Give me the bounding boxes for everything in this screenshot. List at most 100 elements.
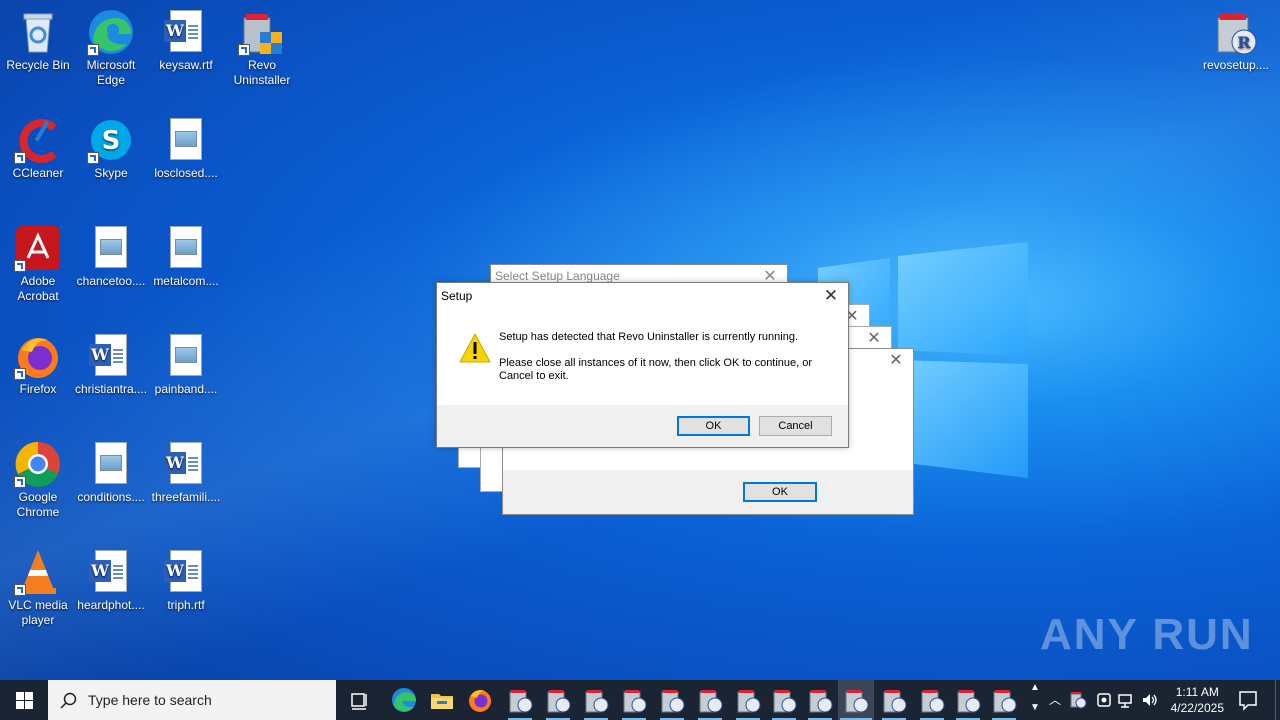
- recycle-bin-icon: [14, 8, 62, 56]
- search-icon: [60, 692, 77, 709]
- desktop-icon-triph[interactable]: W triph.rtf: [148, 542, 224, 613]
- desktop-icon-conditions[interactable]: conditions....: [73, 434, 149, 505]
- back-ok-button[interactable]: OK: [743, 482, 817, 502]
- revo-icon: [238, 8, 286, 56]
- taskbar-revo-setup-icon-active[interactable]: [842, 686, 870, 714]
- taskbar-revo-setup-icon[interactable]: [506, 686, 534, 714]
- taskbar-revo-setup-icon[interactable]: [990, 686, 1018, 714]
- taskbar: Type here to search ▲ ▼ ︿ 1:11 AM 4/22/2…: [0, 680, 1280, 720]
- dialog-footer: OK: [503, 470, 913, 514]
- desktop-icon-google-chrome[interactable]: Google Chrome: [0, 434, 76, 520]
- tray-device-icon[interactable]: [1094, 690, 1114, 710]
- desktop-icon-metalcom[interactable]: metalcom....: [148, 218, 224, 289]
- desktop-icon-chancetoo[interactable]: chancetoo....: [73, 218, 149, 289]
- desktop-icon-ccleaner[interactable]: CCleaner: [0, 110, 76, 181]
- taskbar-firefox-icon[interactable]: [466, 686, 494, 714]
- ccleaner-icon: [14, 116, 62, 164]
- show-desktop-button[interactable]: [1275, 680, 1280, 720]
- setup-dialog-title: Setup: [441, 289, 473, 303]
- taskbar-scroll-up-icon[interactable]: ▲: [1028, 682, 1042, 698]
- revo-setup-icon: R: [1212, 8, 1260, 56]
- image-file-icon: [87, 440, 135, 488]
- desktop-icon-adobe-acrobat[interactable]: Adobe Acrobat: [0, 218, 76, 304]
- language-dialog-title: Select Setup Language: [495, 269, 620, 283]
- word-doc-icon: W: [87, 548, 135, 596]
- taskbar-revo-setup-icon[interactable]: [880, 686, 908, 714]
- desktop-icon-vlc[interactable]: VLC media player: [0, 542, 76, 628]
- warning-icon: [459, 333, 491, 363]
- tray-overflow-chevron-icon[interactable]: ︿: [1046, 680, 1064, 720]
- taskbar-revo-setup-icon[interactable]: [734, 686, 762, 714]
- cancel-button[interactable]: Cancel: [759, 416, 832, 436]
- tray-revo-icon[interactable]: [1068, 690, 1088, 710]
- taskbar-revo-setup-icon[interactable]: [806, 686, 834, 714]
- setup-dialog: Setup ✕ Setup has detected that Revo Uni…: [436, 282, 849, 448]
- word-doc-icon: W: [87, 332, 135, 380]
- task-view-icon[interactable]: [346, 686, 374, 714]
- shortcut-arrow-icon: [14, 584, 26, 596]
- setup-dialog-footer: OK Cancel: [437, 405, 848, 447]
- shortcut-arrow-icon: [14, 260, 26, 272]
- taskbar-revo-setup-icon[interactable]: [544, 686, 572, 714]
- shortcut-arrow-icon: [14, 368, 26, 380]
- desktop-icon-recycle-bin[interactable]: Recycle Bin: [0, 2, 76, 73]
- taskbar-file-explorer-icon[interactable]: [428, 686, 456, 714]
- tray-volume-icon[interactable]: [1140, 690, 1160, 710]
- clock-time: 1:11 AM: [1175, 685, 1219, 699]
- setup-message: Setup has detected that Revo Uninstaller…: [499, 331, 829, 383]
- image-file-icon: [162, 224, 210, 272]
- vlc-icon: [14, 548, 62, 596]
- taskbar-revo-setup-icon[interactable]: [582, 686, 610, 714]
- desktop-icon-losclosed[interactable]: losclosed....: [148, 110, 224, 181]
- desktop-icon-skype[interactable]: S Skype: [73, 110, 149, 181]
- desktop-icon-threefamili[interactable]: W threefamili....: [148, 434, 224, 505]
- shortcut-arrow-icon: [14, 152, 26, 164]
- svg-text:R: R: [1237, 33, 1251, 52]
- image-file-icon: [87, 224, 135, 272]
- windows-start-icon: [16, 692, 33, 709]
- desktop-icon-revo-uninstaller[interactable]: Revo Uninstaller: [224, 2, 300, 88]
- taskbar-revo-setup-icon[interactable]: [696, 686, 724, 714]
- search-box[interactable]: Type here to search: [48, 680, 336, 720]
- desktop-icon-revosetup[interactable]: R revosetup....: [1198, 2, 1274, 73]
- taskbar-revo-setup-icon[interactable]: [954, 686, 982, 714]
- skype-icon: S: [87, 116, 135, 164]
- shortcut-arrow-icon: [87, 44, 99, 56]
- taskbar-revo-setup-icon[interactable]: [770, 686, 798, 714]
- shortcut-arrow-icon: [238, 44, 250, 56]
- shortcut-arrow-icon: [87, 152, 99, 164]
- taskbar-revo-setup-icon[interactable]: [918, 686, 946, 714]
- start-button[interactable]: [0, 680, 48, 720]
- anyrun-watermark: ANY RUN: [1040, 610, 1254, 659]
- setup-close-button[interactable]: ✕: [818, 286, 844, 306]
- close-icon[interactable]: ✕: [861, 329, 887, 349]
- taskbar-edge-icon[interactable]: [390, 686, 418, 714]
- taskbar-scroll-down-icon[interactable]: ▼: [1028, 702, 1042, 718]
- desktop-icon-keysaw[interactable]: W keysaw.rtf: [148, 2, 224, 73]
- shortcut-arrow-icon: [14, 476, 26, 488]
- setup-message-line2: Please close all instances of it now, th…: [499, 357, 813, 382]
- close-icon[interactable]: ✕: [883, 351, 909, 371]
- image-file-icon: [162, 332, 210, 380]
- taskbar-clock[interactable]: 1:11 AM 4/22/2025: [1171, 684, 1224, 716]
- desktop-icon-firefox[interactable]: Firefox: [0, 326, 76, 397]
- desktop-icon-heardphot[interactable]: W heardphot....: [73, 542, 149, 613]
- word-doc-icon: W: [162, 548, 210, 596]
- svg-text:S: S: [102, 126, 121, 156]
- desktop-icon-christiantra[interactable]: W christiantra....: [73, 326, 149, 397]
- clock-date: 4/22/2025: [1170, 701, 1224, 715]
- firefox-icon: [14, 332, 62, 380]
- acrobat-icon: [14, 224, 62, 272]
- desktop-icon-painband[interactable]: painband....: [148, 326, 224, 397]
- ok-button[interactable]: OK: [677, 416, 750, 436]
- action-center-icon[interactable]: [1236, 688, 1260, 712]
- search-placeholder: Type here to search: [88, 692, 212, 708]
- desktop-icon-microsoft-edge[interactable]: Microsoft Edge: [73, 2, 149, 88]
- chrome-icon: [14, 440, 62, 488]
- image-file-icon: [162, 116, 210, 164]
- word-doc-icon: W: [162, 8, 210, 56]
- taskbar-revo-setup-icon[interactable]: [620, 686, 648, 714]
- tray-network-icon[interactable]: [1116, 690, 1136, 710]
- word-doc-icon: W: [162, 440, 210, 488]
- taskbar-revo-setup-icon[interactable]: [658, 686, 686, 714]
